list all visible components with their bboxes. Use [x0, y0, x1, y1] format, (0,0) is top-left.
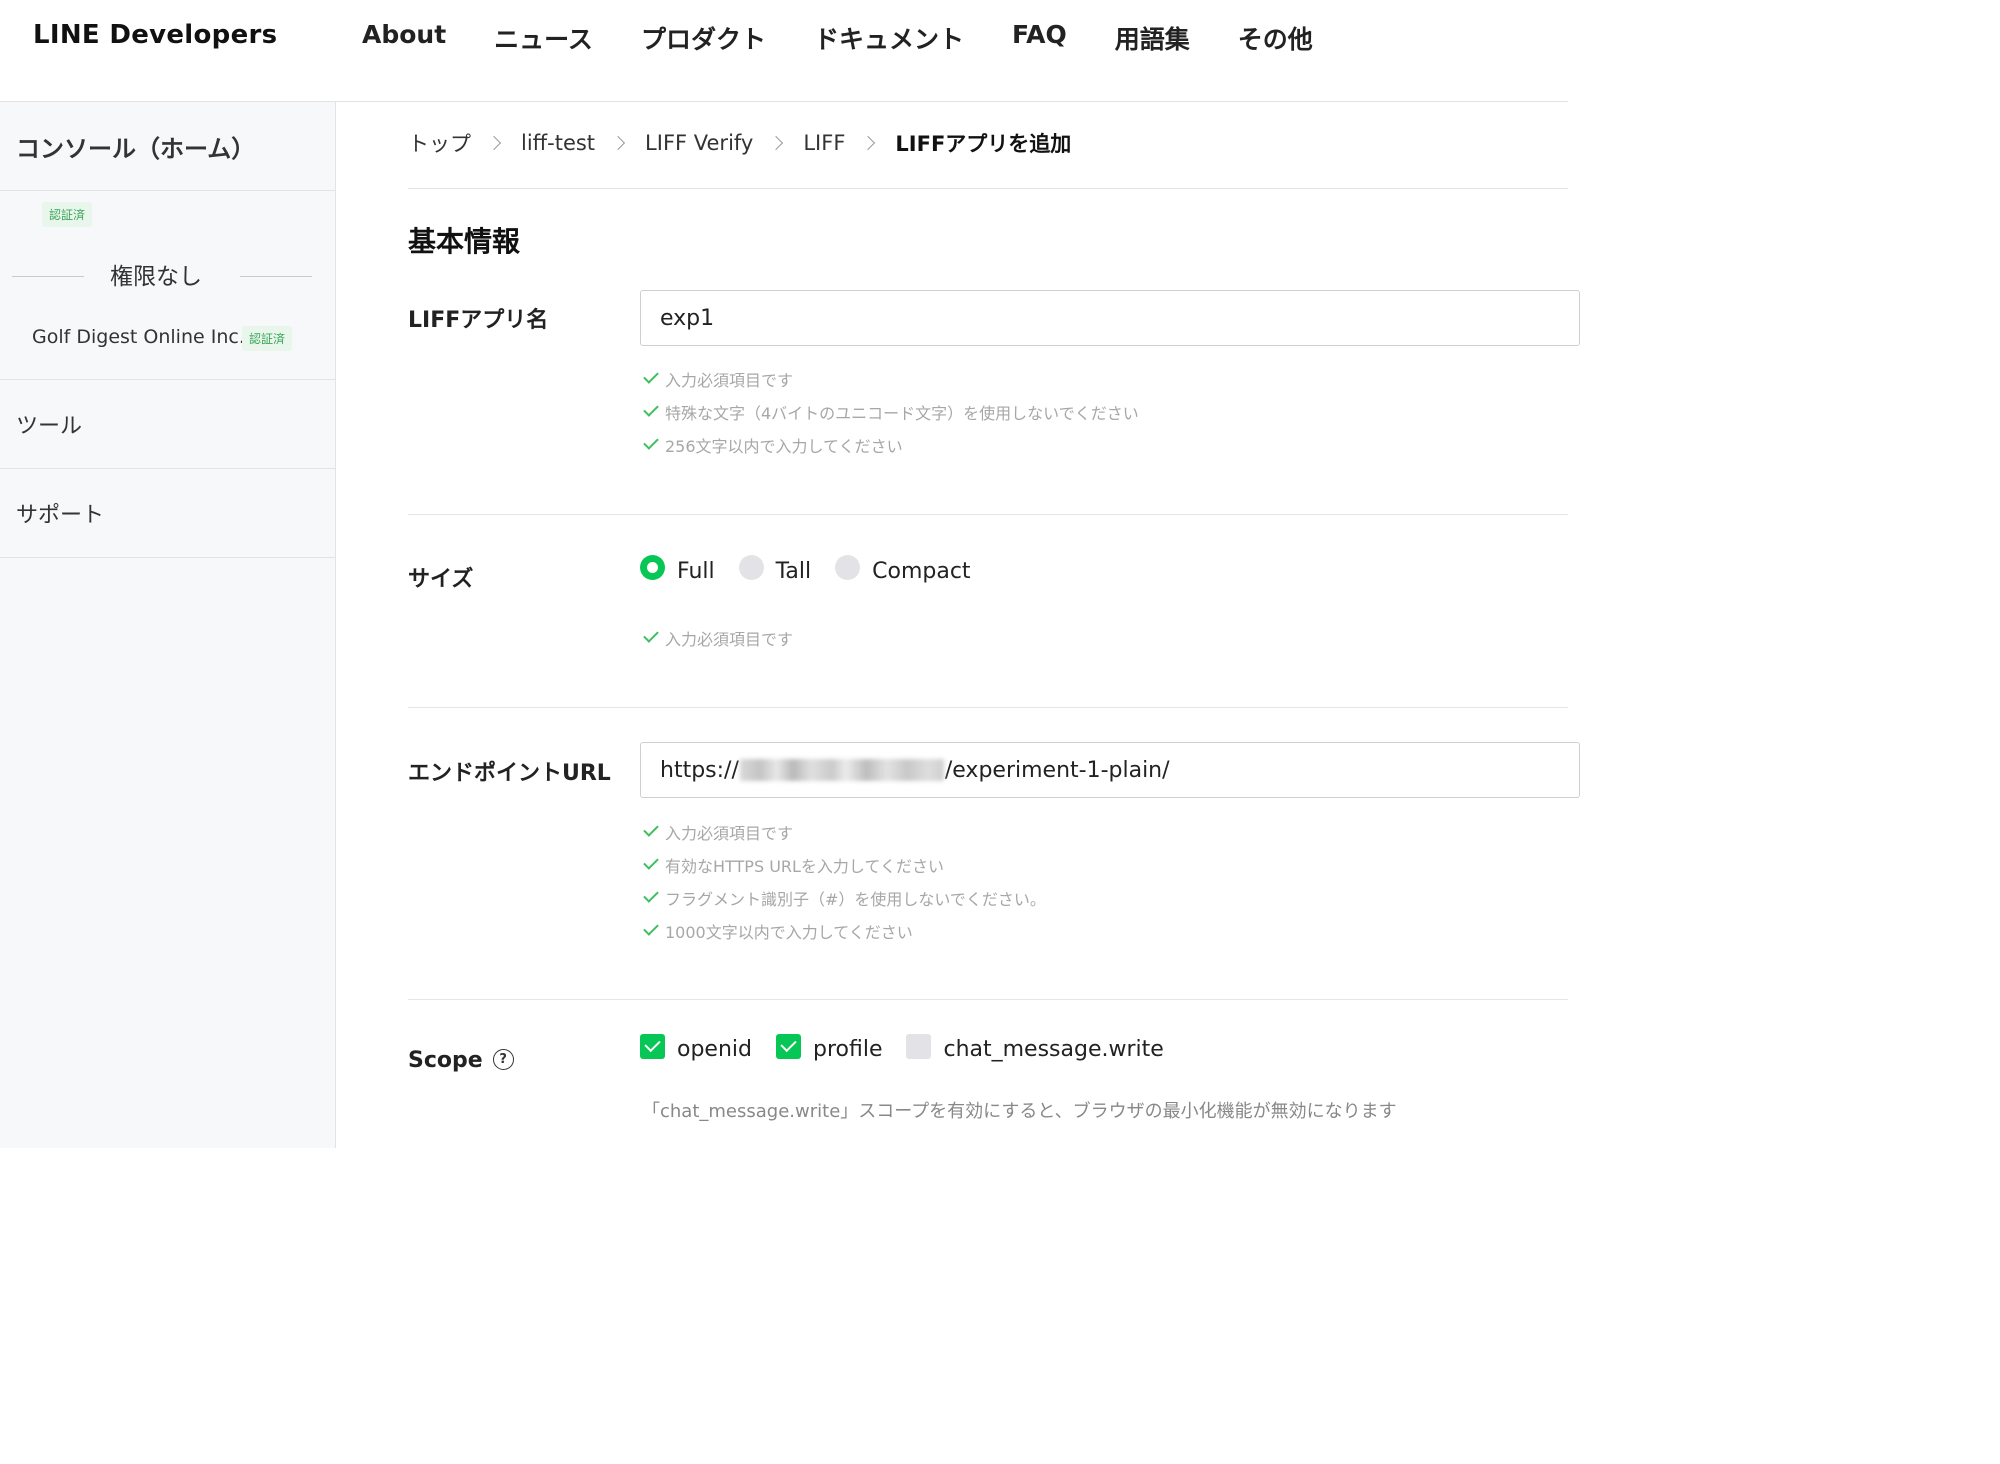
sidebar-item-tools[interactable]: ツール — [0, 380, 335, 469]
redacted-host — [739, 759, 944, 781]
check-icon — [643, 401, 659, 417]
main-nav: About ニュース プロダクト ドキュメント FAQ 用語集 その他 — [362, 20, 1361, 56]
hint-text: 入力必須項目です — [665, 629, 794, 649]
hint-item: フラグメント識別子（#）を使用しないでください。 — [642, 881, 1046, 914]
sidebar-item-console-home[interactable]: コンソール（ホーム） — [0, 102, 335, 191]
hint-item: 有効なHTTPS URLを入力してください — [642, 848, 1046, 881]
nav-documents[interactable]: ドキュメント — [814, 20, 964, 56]
size-radio-group: Full Tall Compact — [640, 555, 995, 584]
size-hints: 入力必須項目です — [642, 621, 793, 654]
sidebar-item-support[interactable]: サポート — [0, 469, 335, 558]
section-title: 基本情報 — [408, 225, 521, 258]
check-icon — [643, 368, 659, 384]
app-name-hints: 入力必須項目です 特殊な文字（4バイトのユニコード文字）を使用しないでください … — [642, 362, 1139, 461]
scope-note: 「chat_message.write」スコープを有効にすると、ブラウザの最小化… — [642, 1101, 1397, 1122]
radio-unselected-icon — [835, 555, 861, 580]
app-name-label: LIFFアプリ名 — [408, 308, 549, 333]
breadcrumb: トップ liff-test LIFF Verify LIFF LIFFアプリを追… — [408, 128, 1071, 158]
nav-about[interactable]: About — [362, 20, 446, 56]
radio-label: Full — [677, 559, 715, 584]
line-developers-logo[interactable]: LINE Developers — [33, 20, 277, 50]
nav-products[interactable]: プロダクト — [641, 20, 766, 56]
check-icon — [643, 854, 659, 870]
hint-item: 256文字以内で入力してください — [642, 428, 1139, 461]
radio-label: Compact — [872, 559, 971, 584]
permission-label: 権限なし — [110, 264, 202, 290]
breadcrumb-channel[interactable]: LIFF Verify — [645, 131, 753, 155]
check-icon — [643, 434, 659, 450]
company-verified-badge: 認証済 — [242, 326, 293, 351]
hint-text: 有効なHTTPS URLを入力してください — [665, 856, 944, 876]
scope-checkbox-chat-message-write[interactable]: chat_message.write — [906, 1034, 1164, 1062]
divider — [12, 276, 84, 277]
chevron-right-icon — [610, 135, 626, 151]
nav-glossary[interactable]: 用語集 — [1115, 20, 1190, 56]
hint-text: 入力必須項目です — [665, 823, 794, 843]
sidebar-item-label: コンソール（ホーム） — [16, 135, 256, 163]
nav-more[interactable]: その他 — [1238, 20, 1313, 56]
check-icon — [643, 627, 659, 643]
hint-item: 1000文字以内で入力してください — [642, 914, 1046, 947]
hint-text: 256文字以内で入力してください — [665, 436, 903, 456]
chevron-right-icon — [769, 135, 784, 151]
size-radio-full[interactable]: Full — [640, 555, 715, 584]
app-name-value: exp1 — [660, 305, 715, 331]
hint-text: 入力必須項目です — [665, 370, 794, 390]
hint-text: フラグメント識別子（#）を使用しないでください。 — [665, 889, 1046, 909]
scope-label-row: Scope? — [408, 1048, 514, 1073]
url-prefix: https:// — [660, 757, 739, 783]
endpoint-url-label: エンドポイントURL — [408, 761, 611, 786]
url-suffix: /experiment-1-plain/ — [944, 757, 1170, 783]
divider — [408, 188, 1568, 189]
radio-unselected-icon — [738, 555, 764, 580]
hint-item: 入力必須項目です — [642, 815, 1046, 848]
scope-checkbox-profile[interactable]: profile — [775, 1034, 883, 1062]
divider — [240, 276, 312, 277]
checkbox-label: profile — [812, 1037, 883, 1062]
app-name-input[interactable]: exp1 — [640, 290, 1580, 346]
breadcrumb-provider[interactable]: liff-test — [521, 131, 595, 155]
checkbox-checked-icon — [775, 1034, 801, 1059]
hint-text: 特殊な文字（4バイトのユニコード文字）を使用しないでください — [665, 403, 1139, 423]
top-header: LINE Developers About ニュース プロダクト ドキュメント … — [0, 0, 1568, 102]
hint-item: 入力必須項目です — [642, 621, 793, 654]
sidebar-item-label: サポート — [16, 503, 105, 528]
scope-checkbox-group: openid profile chat_message.write — [640, 1034, 1188, 1062]
divider — [408, 514, 1568, 515]
checkbox-checked-icon — [640, 1034, 665, 1059]
divider — [408, 707, 1568, 708]
radio-selected-icon — [640, 555, 665, 580]
size-radio-compact[interactable]: Compact — [835, 555, 971, 584]
check-icon — [643, 821, 659, 837]
scope-label: Scope — [408, 1048, 483, 1073]
size-radio-tall[interactable]: Tall — [738, 555, 812, 584]
breadcrumb-liff[interactable]: LIFF — [803, 131, 845, 155]
chevron-right-icon — [861, 135, 876, 151]
scope-checkbox-openid[interactable]: openid — [640, 1034, 752, 1062]
check-icon — [643, 887, 659, 903]
breadcrumb-top[interactable]: トップ — [408, 128, 471, 158]
divider — [408, 999, 1568, 1000]
checkbox-label: chat_message.write — [943, 1037, 1164, 1062]
checkbox-label: openid — [677, 1037, 752, 1062]
endpoint-url-input[interactable]: https:// /experiment-1-plain/ — [640, 742, 1580, 798]
radio-label: Tall — [775, 559, 812, 584]
sidebar: コンソール（ホーム） 認証済 権限なし Golf Digest Online I… — [0, 102, 336, 1148]
nav-news[interactable]: ニュース — [494, 20, 593, 56]
verified-badge: 認証済 — [42, 202, 93, 227]
nav-faq[interactable]: FAQ — [1012, 20, 1067, 56]
help-icon[interactable]: ? — [492, 1048, 514, 1070]
check-icon — [643, 920, 659, 936]
endpoint-hints: 入力必須項目です 有効なHTTPS URLを入力してください フラグメント識別子… — [642, 815, 1046, 947]
sidebar-item-label: ツール — [16, 414, 83, 439]
hint-item: 特殊な文字（4バイトのユニコード文字）を使用しないでください — [642, 395, 1139, 428]
sidebar-item-company[interactable]: Golf Digest Online Inc. — [32, 326, 245, 348]
size-label: サイズ — [408, 567, 474, 592]
hint-text: 1000文字以内で入力してください — [665, 922, 913, 942]
hint-item: 入力必須項目です — [642, 362, 1139, 395]
breadcrumb-current: LIFFアプリを追加 — [895, 132, 1072, 156]
checkbox-unchecked-icon — [906, 1034, 932, 1059]
chevron-right-icon — [486, 135, 502, 151]
